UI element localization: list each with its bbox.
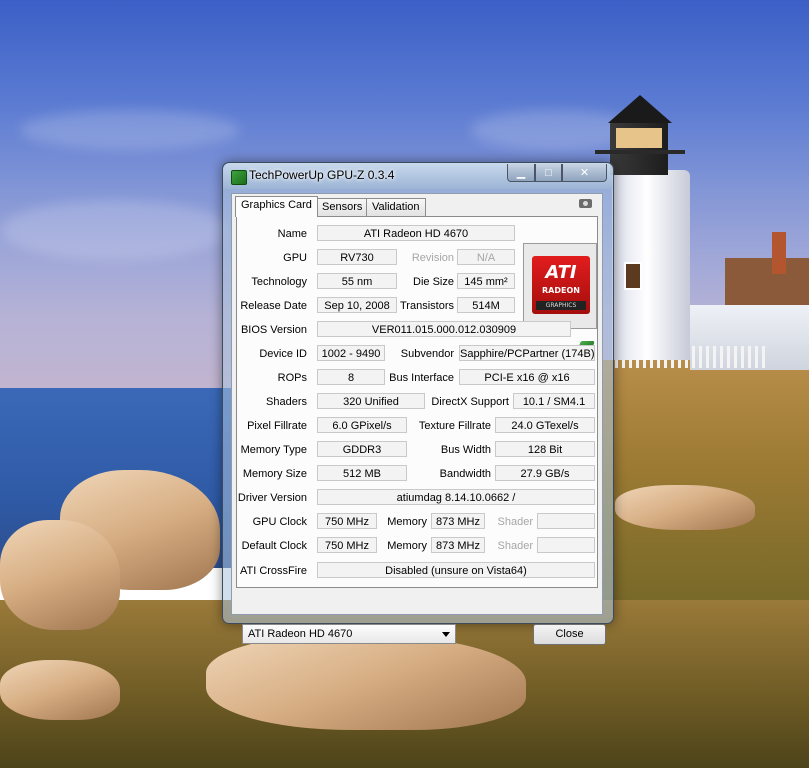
memory-type-value[interactable]: GDDR3	[317, 441, 407, 457]
driver-version-value[interactable]: atiumdag 8.14.10.0662 /	[317, 489, 595, 505]
ati-logo-badge: ATI RADEON GRAPHICS	[532, 256, 590, 314]
device-id-value[interactable]: 1002 - 9490	[317, 345, 385, 361]
bus-width-value[interactable]: 128 Bit	[495, 441, 595, 457]
technology-value[interactable]: 55 nm	[317, 273, 397, 289]
camera-icon[interactable]	[579, 199, 592, 208]
technology-label: Technology	[251, 276, 307, 288]
texture-fillrate-label: Texture Fillrate	[418, 420, 491, 432]
gpu-clock-label: GPU Clock	[252, 516, 307, 528]
close-window-button[interactable]: ✕	[562, 164, 607, 182]
name-value[interactable]: ATI Radeon HD 4670	[317, 225, 515, 241]
driver-version-label: Driver Version	[237, 492, 307, 504]
memory-clock-value[interactable]: 873 MHz	[431, 513, 485, 529]
default-memory-label: Memory	[387, 540, 427, 552]
rops-value[interactable]: 8	[317, 369, 385, 385]
window-client: Graphics Card Sensors Validation Name AT…	[231, 193, 606, 645]
graphics-card-panel: Name ATI Radeon HD 4670 ATI RADEON GRAPH…	[236, 216, 598, 588]
bandwidth-value[interactable]: 27.9 GB/s	[495, 465, 595, 481]
tab-sensors[interactable]: Sensors	[316, 198, 369, 216]
release-date-label: Release Date	[240, 300, 307, 312]
bios-version-value[interactable]: VER011.015.000.012.030909	[317, 321, 571, 337]
memory-clock-label: Memory	[387, 516, 427, 528]
house-roof	[725, 258, 809, 308]
memory-size-value[interactable]: 512 MB	[317, 465, 407, 481]
memory-size-label: Memory Size	[242, 468, 307, 480]
lighthouse-light	[616, 128, 662, 148]
directx-label: DirectX Support	[431, 396, 509, 408]
tab-graphics-card[interactable]: Graphics Card	[235, 196, 318, 217]
default-shader-value[interactable]	[537, 537, 595, 553]
cloud	[0, 200, 230, 260]
subvendor-value[interactable]: Sapphire/PCPartner (174B)	[459, 345, 595, 361]
gpuz-app-icon[interactable]	[231, 170, 247, 185]
crossfire-value[interactable]: Disabled (unsure on Vista64)	[317, 562, 595, 578]
bios-version-label: BIOS Version	[240, 324, 307, 336]
bus-width-label: Bus Width	[440, 444, 491, 456]
die-size-value[interactable]: 145 mm²	[457, 273, 515, 289]
lighthouse-window	[624, 262, 642, 290]
default-clock-value[interactable]: 750 MHz	[317, 537, 377, 553]
bus-interface-value[interactable]: PCI-E x16 @ x16	[459, 369, 595, 385]
bandwidth-label: Bandwidth	[439, 468, 491, 480]
maximize-button[interactable]: □	[535, 164, 562, 182]
bus-interface-label: Bus Interface	[389, 372, 454, 384]
graphics-card-select[interactable]: ATI Radeon HD 4670	[242, 624, 456, 644]
gpu-value[interactable]: RV730	[317, 249, 397, 265]
tab-validation[interactable]: Validation	[366, 198, 426, 216]
revision-label: Revision	[411, 252, 454, 264]
memory-type-label: Memory Type	[240, 444, 307, 456]
shaders-value[interactable]: 320 Unified	[317, 393, 425, 409]
logo-product: RADEON	[542, 286, 580, 295]
gpuz-window: TechPowerUp GPU-Z 0.3.4 ▁ □ ✕ Graphics C…	[222, 162, 614, 645]
gpu-label: GPU	[283, 252, 307, 264]
name-label: Name	[277, 228, 307, 240]
transistors-value[interactable]: 514M	[457, 297, 515, 313]
logo-brand: ATI	[545, 262, 577, 283]
revision-value[interactable]: N/A	[457, 249, 515, 265]
selected-card-label: ATI Radeon HD 4670	[248, 628, 353, 640]
subvendor-label: Subvendor	[400, 348, 454, 360]
default-shader-label: Shader	[497, 540, 533, 552]
shaders-label: Shaders	[266, 396, 307, 408]
default-clock-label: Default Clock	[241, 540, 307, 552]
close-button[interactable]: Close	[533, 624, 606, 645]
rock	[0, 520, 120, 630]
cloud	[20, 110, 240, 150]
shader-clock-label: Shader	[497, 516, 533, 528]
rock	[206, 635, 526, 730]
title-bar[interactable]: TechPowerUp GPU-Z 0.3.4 ▁ □ ✕	[223, 163, 613, 189]
chevron-down-icon[interactable]	[442, 632, 450, 637]
chimney	[772, 232, 786, 274]
crossfire-label: ATI CrossFire	[239, 565, 307, 577]
transistors-label: Transistors	[400, 300, 454, 312]
directx-value[interactable]: 10.1 / SM4.1	[513, 393, 595, 409]
logo-sub: GRAPHICS	[536, 301, 586, 310]
rops-label: ROPs	[277, 372, 307, 384]
pixel-fillrate-label: Pixel Fillrate	[247, 420, 307, 432]
ati-radeon-logo: ATI RADEON GRAPHICS	[523, 243, 597, 329]
shader-clock-value[interactable]	[537, 513, 595, 529]
texture-fillrate-value[interactable]: 24.0 GTexel/s	[495, 417, 595, 433]
gpu-clock-value[interactable]: 750 MHz	[317, 513, 377, 529]
lighthouse-cap	[608, 95, 672, 123]
die-size-label: Die Size	[413, 276, 454, 288]
device-id-label: Device ID	[259, 348, 307, 360]
minimize-button[interactable]: ▁	[507, 164, 535, 182]
release-date-value[interactable]: Sep 10, 2008	[317, 297, 397, 313]
rock	[615, 485, 755, 530]
window-title: TechPowerUp GPU-Z 0.3.4	[249, 168, 395, 182]
pixel-fillrate-value[interactable]: 6.0 GPixel/s	[317, 417, 407, 433]
default-memory-value[interactable]: 873 MHz	[431, 537, 485, 553]
lighthouse-gallery	[595, 150, 685, 154]
rock	[0, 660, 120, 720]
